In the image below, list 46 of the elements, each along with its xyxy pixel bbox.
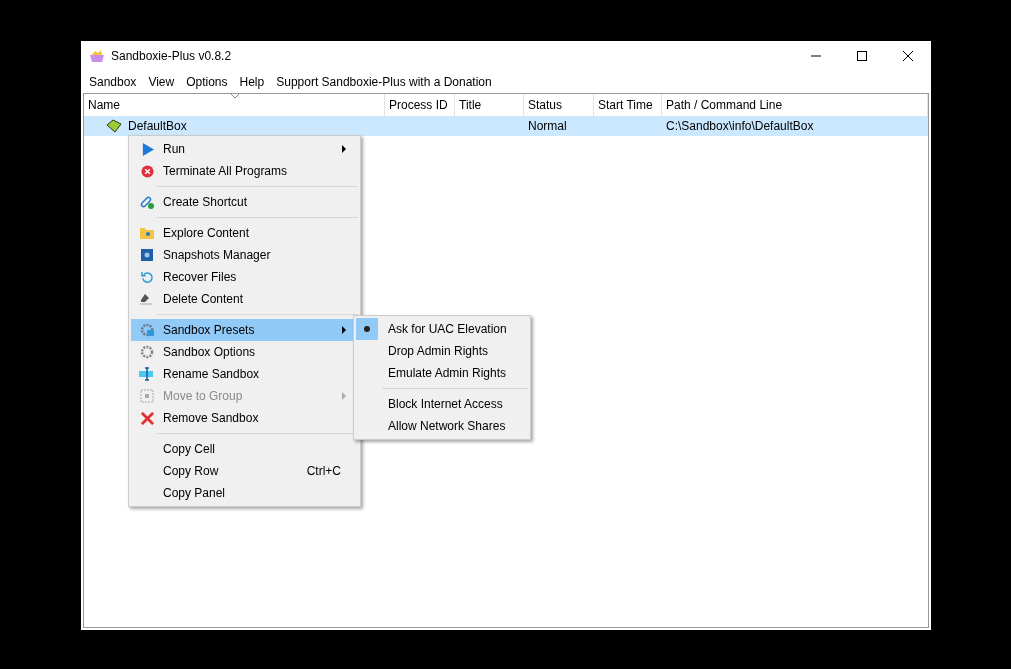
window-title: Sandboxie-Plus v0.8.2 [111, 48, 232, 63]
menu-item[interactable]: Options [180, 74, 234, 89]
link-icon [140, 195, 154, 209]
play-icon [140, 142, 154, 156]
submenu-item[interactable]: Drop Admin Rights [356, 340, 528, 362]
camera-icon [141, 249, 153, 261]
context-menu-item[interactable]: Delete Content [131, 288, 358, 310]
context-menu-item[interactable]: Run [131, 138, 358, 160]
context-menu-item[interactable]: Recover Files [131, 266, 358, 288]
context-menu-item[interactable]: Sandbox Options [131, 341, 358, 363]
context-menu-item[interactable]: Terminate All Programs [131, 160, 358, 182]
table-cell-text: C:\Sandbox\info\DefaultBox [665, 119, 815, 133]
sandbox-icon [106, 119, 122, 133]
submenu-item[interactable]: Block Internet Access [356, 393, 528, 415]
menu-item[interactable]: View [142, 74, 181, 89]
close-icon [903, 50, 913, 61]
app-icon [89, 48, 105, 63]
maximize-icon [857, 50, 867, 61]
context-menu-item[interactable]: Copy Row Ctrl+C [131, 460, 358, 482]
context-menu-item[interactable]: Explore Content [131, 222, 358, 244]
undo-icon [140, 270, 154, 284]
gear-icon [140, 345, 154, 359]
submenu-item[interactable]: Ask for UAC Elevation [356, 318, 528, 340]
table-cell: DefaultBox [128, 119, 187, 133]
sort-caret-icon [230, 94, 240, 99]
folder-icon [140, 227, 154, 239]
radio-dot-icon [364, 326, 370, 332]
table-row[interactable]: DefaultBox Normal C:\Sandbox\info\DefaultBox [84, 116, 928, 136]
menu-item[interactable]: Support Sandboxie-Plus with a Donation [270, 74, 498, 89]
submenu-item[interactable]: Emulate Admin Rights [356, 362, 528, 384]
context-menu-item[interactable]: Snapshots Manager [131, 244, 358, 266]
menu-item[interactable]: Sandbox [83, 74, 143, 89]
context-menu-item[interactable]: Copy Panel [131, 482, 358, 504]
stop-icon [140, 164, 154, 178]
rename-icon [139, 367, 155, 381]
context-menu-item[interactable]: Remove Sandbox [131, 407, 358, 429]
table-cell-text: Normal [527, 119, 568, 133]
eraser-icon [140, 293, 154, 305]
group-icon [140, 389, 154, 403]
context-menu-item[interactable]: Create Shortcut [131, 191, 358, 213]
context-menu-item[interactable]: Rename Sandbox [131, 363, 358, 385]
gear-icon [140, 323, 154, 337]
menu-item[interactable]: Help [233, 74, 271, 89]
context-menu-item[interactable]: Copy Cell [131, 438, 358, 460]
remove-icon [140, 411, 154, 425]
submenu-item[interactable]: Allow Network Shares [356, 415, 528, 437]
